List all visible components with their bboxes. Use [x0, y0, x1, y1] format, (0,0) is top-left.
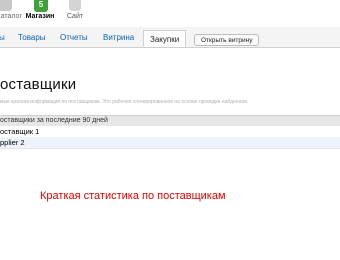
page-title: оставщики: [0, 76, 77, 93]
app-shop-label: Магазин: [25, 13, 55, 20]
tab-bar: ы Товары Отчеты Витрина Закупки: [0, 27, 340, 48]
app-site[interactable]: Сайт: [55, 0, 95, 27]
supplier-name[interactable]: оставщик 1: [0, 127, 39, 136]
app-catalog-label: аталог: [0, 13, 22, 20]
tab-reports[interactable]: Отчеты: [60, 33, 88, 43]
tab-purchases[interactable]: Закупки: [143, 30, 187, 47]
app-site-label: Сайт: [66, 13, 84, 20]
shop-icon: 5: [34, 0, 48, 12]
tab-products[interactable]: Товары: [18, 33, 46, 43]
table-row[interactable]: pplier 2: [0, 137, 340, 149]
open-storefront-button[interactable]: Открыть витрину: [194, 34, 260, 46]
app-switcher: аталог 5 Магазин Сайт: [0, 0, 340, 27]
tab-orders[interactable]: ы: [0, 33, 5, 43]
shop-badge: 5: [38, 0, 44, 9]
tab-storefront[interactable]: Витрина: [103, 33, 134, 43]
catalog-icon: [0, 0, 12, 11]
site-icon: [69, 0, 81, 11]
page-subtitle: мые краткая информация по поставщикам. Э…: [0, 99, 249, 105]
app-shop[interactable]: 5 Магазин: [20, 0, 60, 27]
supplier-name[interactable]: pplier 2: [0, 138, 25, 147]
annotation-text: Краткая статистика по поставщикам: [40, 190, 226, 202]
